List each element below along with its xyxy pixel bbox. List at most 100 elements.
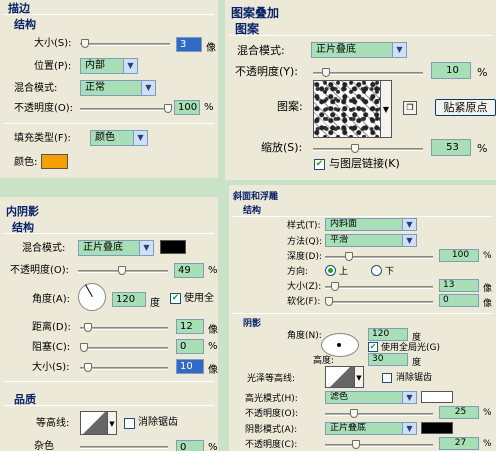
inner-shadow-opacity-unit: %: [208, 265, 218, 276]
bevel-depth-slider[interactable]: [325, 256, 433, 259]
inner-shadow-blend-select[interactable]: 正片叠底 ▼: [78, 240, 154, 256]
bevel-technique-select[interactable]: 平滑 ▼: [325, 234, 417, 247]
slider-thumb[interactable]: [118, 266, 126, 275]
direction-up-radio[interactable]: [325, 265, 336, 276]
inner-shadow-size-label: 大小(S):: [32, 362, 70, 373]
slider-thumb[interactable]: [350, 409, 358, 418]
shadow-color-swatch[interactable]: [421, 422, 453, 434]
position-value: 内部: [85, 60, 105, 71]
snap-to-origin-button[interactable]: 贴紧原点: [435, 99, 496, 116]
pattern-scale-slider[interactable]: [313, 148, 423, 151]
bevel-soften-input[interactable]: 0: [439, 294, 479, 307]
pattern-opacity-input[interactable]: 10: [431, 62, 471, 79]
chevron-down-icon: ▼: [402, 235, 416, 246]
chevron-down-icon: ▼: [139, 241, 153, 255]
divider: [233, 216, 492, 217]
inner-shadow-color-swatch[interactable]: [160, 240, 186, 254]
pattern-opacity-label: 不透明度(Y):: [235, 65, 299, 78]
highlight-mode-select[interactable]: 滤色 ▼: [325, 391, 417, 404]
new-preset-button[interactable]: ❐: [403, 101, 417, 115]
link-with-layer-checkbox[interactable]: ✔: [314, 159, 325, 170]
slider-thumb[interactable]: [352, 440, 360, 449]
fill-type-select[interactable]: 颜色 ▼: [90, 130, 148, 146]
bevel-size-unit: 像: [483, 284, 493, 294]
slider-thumb[interactable]: [351, 144, 359, 153]
bevel-soften-label: 软化(F):: [287, 297, 321, 307]
pattern-picker-button[interactable]: ▼: [381, 80, 392, 138]
inner-shadow-choke-input[interactable]: 0: [176, 339, 204, 354]
inner-shadow-opacity-input[interactable]: 49: [174, 263, 204, 278]
stroke-opacity-slider[interactable]: [80, 108, 170, 111]
slider-thumb[interactable]: [84, 363, 92, 372]
inner-shadow-size-input[interactable]: 10: [176, 359, 204, 374]
bevel-size-slider[interactable]: [325, 286, 433, 289]
bevel-angle-input[interactable]: 120: [368, 328, 408, 341]
bevel-soften-slider[interactable]: [325, 301, 433, 304]
inner-shadow-angle-input[interactable]: 120: [112, 292, 146, 307]
stroke-position-label: 位置(P):: [34, 61, 72, 72]
antialias-checkbox[interactable]: [124, 418, 135, 429]
inner-shadow-noise-input[interactable]: 0: [176, 440, 204, 451]
antialias-checkbox[interactable]: [382, 373, 392, 383]
highlight-opacity-input[interactable]: 25: [439, 406, 479, 419]
inner-shadow-choke-slider[interactable]: [80, 347, 168, 350]
stroke-size-input[interactable]: 3: [176, 37, 202, 52]
contour-picker-button[interactable]: ▼: [355, 366, 364, 388]
bevel-style-select[interactable]: 内斜面 ▼: [325, 218, 417, 231]
shadow-opacity-input[interactable]: 27: [439, 437, 479, 450]
inner-shadow-title: 内阴影: [6, 205, 39, 218]
pattern-blend-select[interactable]: 正片叠底 ▼: [311, 42, 407, 58]
stroke-color-swatch[interactable]: [41, 154, 68, 169]
bevel-size-input[interactable]: 13: [439, 279, 479, 292]
inner-shadow-angle-unit: 度: [150, 298, 160, 309]
highlight-opacity-unit: %: [483, 408, 492, 418]
stroke-blend-label: 混合模式:: [14, 83, 58, 94]
inner-shadow-choke-unit: %: [208, 341, 218, 352]
chevron-down-icon: ▼: [392, 43, 406, 57]
bevel-angle-dial[interactable]: [321, 333, 359, 357]
inner-shadow-angle-dial[interactable]: [78, 283, 106, 311]
bevel-title: 斜面和浮雕: [233, 192, 279, 202]
inner-shadow-contour-thumbnail[interactable]: [80, 411, 108, 435]
inner-shadow-size-slider[interactable]: [80, 367, 168, 370]
inner-shadow-noise-slider[interactable]: [80, 446, 168, 449]
divider: [4, 123, 214, 124]
use-global-light-checkbox[interactable]: ✔: [368, 342, 378, 352]
stroke-size-slider[interactable]: [80, 43, 170, 46]
slider-thumb[interactable]: [80, 343, 88, 352]
slider-thumb[interactable]: [331, 282, 339, 291]
slider-thumb[interactable]: [345, 252, 353, 261]
chevron-down-icon: ▼: [402, 219, 416, 230]
bevel-size-label: 大小(Z):: [287, 282, 322, 292]
highlight-opacity-slider[interactable]: [325, 413, 433, 416]
pattern-scale-input[interactable]: 53: [431, 139, 471, 156]
gloss-contour-thumbnail[interactable]: [325, 366, 355, 388]
slider-thumb[interactable]: [81, 39, 89, 48]
inner-shadow-distance-slider[interactable]: [80, 327, 168, 330]
stroke-position-select[interactable]: 内部 ▼: [80, 58, 138, 74]
pattern-title: 图案叠加: [231, 6, 280, 20]
divider: [4, 14, 214, 15]
contour-picker-button[interactable]: ▼: [108, 411, 117, 435]
bevel-altitude-unit: 度: [412, 358, 422, 368]
stroke-opacity-input[interactable]: 100: [174, 100, 200, 115]
shadow-mode-select[interactable]: 正片叠底 ▼: [325, 422, 417, 435]
stroke-size-label: 大小(S):: [34, 38, 72, 49]
pattern-label: 图案:: [277, 100, 303, 113]
use-global-light-checkbox[interactable]: ✔: [170, 293, 181, 304]
stroke-blend-select[interactable]: 正常 ▼: [80, 80, 156, 96]
bevel-altitude-input[interactable]: 30: [368, 353, 408, 366]
direction-down-label: 下: [385, 267, 395, 277]
shadow-opacity-slider[interactable]: [325, 444, 433, 447]
direction-down-radio[interactable]: [371, 265, 382, 276]
slider-thumb[interactable]: [84, 323, 92, 332]
slider-thumb[interactable]: [164, 104, 172, 113]
pattern-scale-label: 缩放(S):: [261, 141, 303, 154]
pattern-swatch[interactable]: [313, 80, 381, 138]
inner-shadow-distance-input[interactable]: 12: [176, 319, 204, 334]
slider-thumb[interactable]: [325, 297, 333, 306]
shadow-mode-label: 阴影模式(A):: [245, 425, 298, 435]
slider-thumb[interactable]: [322, 68, 330, 77]
bevel-depth-input[interactable]: 100: [439, 249, 479, 262]
highlight-color-swatch[interactable]: [421, 391, 453, 403]
